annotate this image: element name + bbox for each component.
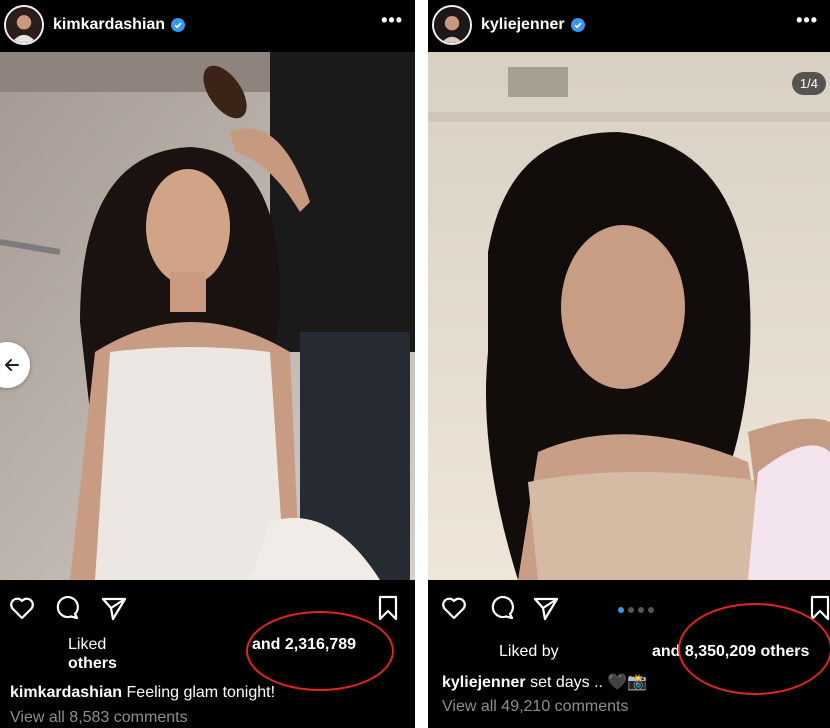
others-label[interactable]: others	[68, 655, 117, 673]
post-photo[interactable]	[0, 52, 415, 580]
share-icon[interactable]	[100, 594, 128, 622]
more-options-icon[interactable]: •••	[796, 10, 818, 31]
carousel-counter: 1/4	[791, 72, 826, 95]
liked-label: Liked by	[499, 643, 559, 660]
caption-text: set days .. 🖤📸	[530, 674, 648, 691]
bookmark-icon[interactable]	[806, 594, 830, 622]
carousel-dot	[638, 607, 644, 613]
avatar[interactable]	[4, 5, 44, 45]
comment-icon[interactable]	[53, 594, 81, 622]
likes-count[interactable]: and 2,316,789	[252, 636, 356, 654]
verified-badge-icon	[171, 18, 186, 32]
post-actions	[0, 588, 415, 624]
caption: kimkardashian Feeling glam tonight!	[10, 684, 275, 702]
carousel-dot	[648, 607, 654, 613]
post-kyliejenner: kyliejenner ••• 1/4 Liked by and 8,350,2…	[428, 0, 830, 728]
view-comments-link[interactable]: View all 49,210 comments	[442, 698, 628, 716]
post-photo[interactable]	[428, 52, 830, 580]
view-comments-link[interactable]: View all 8,583 comments	[10, 709, 188, 727]
post-header: kimkardashian •••	[0, 0, 415, 50]
comment-icon[interactable]	[488, 594, 516, 622]
carousel-dots	[618, 607, 654, 613]
username[interactable]: kimkardashian	[53, 16, 165, 34]
post-actions	[428, 588, 830, 624]
avatar[interactable]	[432, 5, 472, 45]
username[interactable]: kyliejenner	[481, 16, 565, 34]
bookmark-icon[interactable]	[374, 594, 402, 622]
heart-icon[interactable]	[8, 594, 36, 622]
caption: kyliejenner set days .. 🖤📸	[442, 672, 647, 692]
carousel-dot	[628, 607, 634, 613]
verified-badge-icon	[570, 18, 585, 32]
post-kimkardashian: kimkardashian ••• Liked others and 2,316…	[0, 0, 415, 728]
caption-username[interactable]: kyliejenner	[442, 674, 526, 691]
carousel-dot	[618, 607, 624, 613]
arrow-left-icon	[4, 359, 19, 371]
more-options-icon[interactable]: •••	[381, 10, 403, 31]
heart-icon[interactable]	[440, 594, 468, 622]
caption-text: Feeling glam tonight!	[126, 684, 276, 701]
caption-username[interactable]: kimkardashian	[10, 684, 122, 701]
liked-label: Liked	[68, 636, 107, 653]
share-icon[interactable]	[532, 594, 560, 622]
post-header: kyliejenner •••	[428, 0, 830, 50]
likes-count[interactable]: and 8,350,209 others	[652, 643, 809, 661]
